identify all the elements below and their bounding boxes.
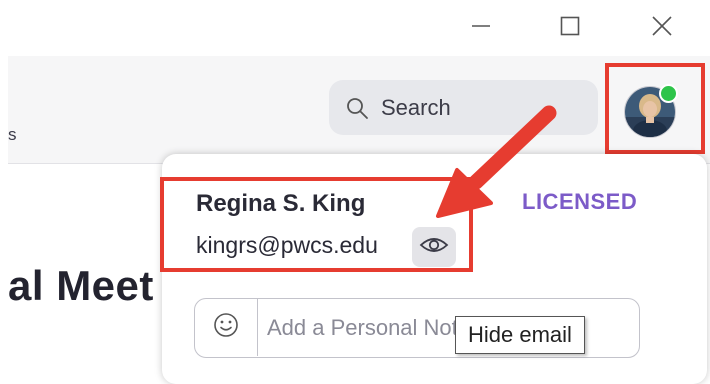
annotation-arrow <box>436 105 557 218</box>
